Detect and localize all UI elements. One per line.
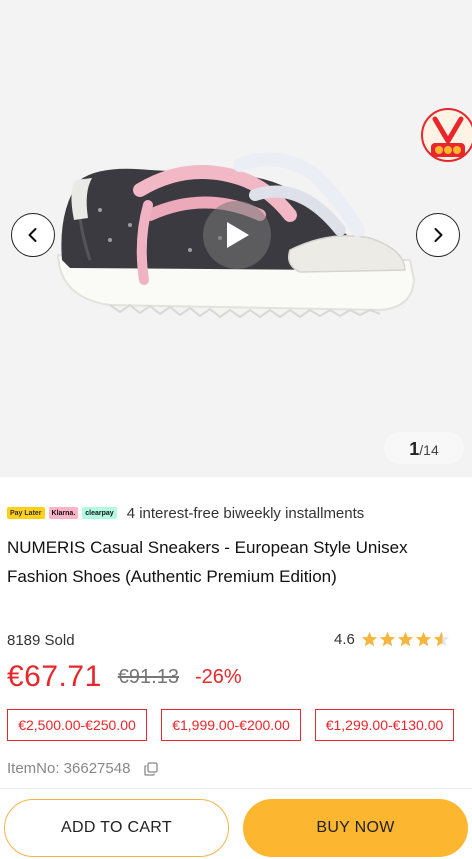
previous-image-button[interactable] [11,213,55,257]
copy-icon[interactable] [144,761,159,776]
buy-now-button[interactable]: BUY NOW [243,799,468,857]
chevron-left-icon [28,228,37,242]
item-number: ItemNo: 36627548 [7,760,159,777]
image-counter-current: 1 [409,439,420,459]
coupon-list: €2,500.00-€250.00 €1,999.00-€200.00 €1,2… [7,709,468,741]
discount-badge: -26% [194,665,242,688]
star-icon [415,631,432,647]
coupon[interactable]: €2,500.00-€250.00 [7,709,147,741]
product-rating[interactable]: 4.6 [334,631,451,648]
half-star-icon [433,631,450,647]
klarna-logo: Klarna. [48,507,79,519]
coupon[interactable]: €1,299.00-€130.00 [315,709,454,741]
play-icon [227,222,249,248]
star-icon [379,631,396,647]
sold-count: 8189 Sold [7,632,75,649]
installment-text: 4 interest-free biweekly installments [126,504,365,522]
installment-info[interactable]: Pay Later Klarna. clearpay 4 interest-fr… [7,503,364,523]
product-image-gallery[interactable]: 1 /14 [0,0,472,477]
play-video-button[interactable] [203,201,271,269]
coupon[interactable]: €1,999.00-€200.00 [161,709,301,741]
item-number-text: ItemNo: 36627548 [7,760,131,777]
image-counter: 1 /14 [384,432,464,464]
current-price: €67.71 [7,660,102,693]
original-price: €91.13 [117,665,179,688]
next-image-button[interactable] [416,213,460,257]
bottom-action-bar: ADD TO CART BUY NOW [0,788,472,859]
star-icon [397,631,414,647]
price-row: €67.71 €91.13 -26% [7,655,242,699]
pay-later-logo: Pay Later [7,507,45,519]
product-title: NUMERIS Casual Sneakers - European Style… [7,538,408,586]
clearpay-logo: clearpay [82,507,117,519]
star-icon [361,631,378,647]
rating-value: 4.6 [334,631,355,648]
brand-badge-icon[interactable] [421,107,472,163]
add-to-cart-button[interactable]: ADD TO CART [4,799,229,857]
image-counter-total: /14 [419,442,439,458]
chevron-right-icon [434,228,443,242]
